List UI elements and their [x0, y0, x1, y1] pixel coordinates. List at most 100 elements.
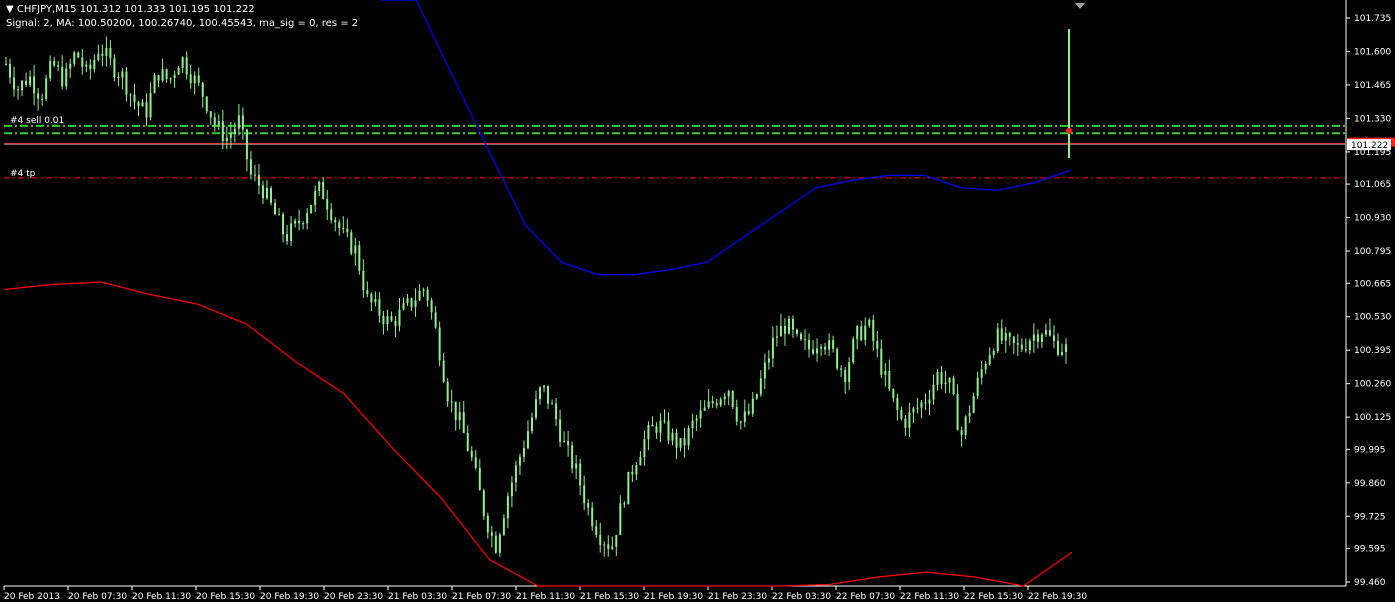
candle-body — [912, 408, 915, 413]
candle-body — [298, 220, 301, 224]
candle-body — [57, 65, 60, 67]
candle-body — [374, 299, 377, 303]
candle-body — [1024, 349, 1027, 351]
candle-body — [474, 457, 477, 468]
candle-body — [306, 213, 309, 224]
x-tick-label: 20 Feb 07:30 — [68, 592, 127, 602]
collapse-triangle-icon[interactable]: ▼ — [6, 4, 14, 15]
candle-body — [201, 82, 204, 97]
symbol-line: CHFJPY,M15 101.312 101.333 101.195 101.2… — [16, 4, 255, 15]
candle-body — [133, 94, 136, 103]
candle-body — [1004, 333, 1007, 341]
candle-body — [904, 418, 907, 428]
candle-body — [278, 214, 281, 216]
candle-body — [627, 471, 630, 505]
y-tick-label: 99.995 — [1354, 445, 1386, 455]
candle-body — [783, 325, 786, 334]
candle-body — [197, 75, 200, 83]
y-tick-label: 101.600 — [1354, 47, 1391, 57]
candle-body — [350, 232, 353, 254]
candle-body — [751, 398, 754, 414]
candle-body — [984, 363, 987, 370]
candle-body — [113, 58, 116, 78]
candle-body — [213, 117, 216, 125]
candle-body — [470, 450, 473, 458]
candle-body — [711, 401, 714, 404]
candle-body — [619, 503, 622, 536]
x-tick-label: 21 Feb 23:30 — [708, 592, 767, 602]
candle-body — [763, 362, 766, 379]
candle-body — [362, 270, 365, 291]
candle-body — [65, 68, 68, 87]
candle-body — [414, 300, 417, 307]
candle-body — [77, 52, 80, 58]
candle-body — [647, 424, 650, 440]
candle-body — [659, 420, 662, 433]
candle-body — [739, 421, 742, 423]
candle-body — [836, 348, 839, 369]
candle-body — [502, 518, 505, 535]
x-tick-label: 22 Feb 11:30 — [900, 592, 959, 602]
candle-body — [454, 401, 457, 421]
candle-body — [956, 394, 959, 431]
candle-body — [486, 515, 489, 533]
candle-body — [53, 60, 56, 66]
candle-body — [607, 544, 610, 549]
candle-body — [442, 360, 445, 382]
candle-body — [418, 290, 421, 301]
candle-body — [864, 325, 867, 340]
candle-body — [575, 463, 578, 469]
candle-body — [731, 391, 734, 408]
candle-body — [73, 52, 76, 64]
candle-body — [603, 544, 606, 546]
price-chart[interactable]: 101.735101.600101.465101.330101.195101.0… — [0, 0, 1395, 602]
candle-body — [253, 174, 256, 176]
x-tick-label: 21 Feb 03:30 — [388, 592, 447, 602]
candle-body — [800, 333, 802, 340]
candle-body — [438, 327, 441, 361]
y-tick-label: 99.725 — [1354, 512, 1386, 522]
candle-body — [530, 417, 533, 432]
candle-body — [458, 412, 461, 421]
candle-body — [33, 76, 36, 94]
candle-body — [322, 181, 325, 200]
x-tick-label: 20 Feb 11:30 — [132, 592, 191, 602]
candle-body — [241, 115, 244, 130]
candle-body — [888, 370, 891, 389]
candle-body — [735, 407, 738, 422]
candle-body — [294, 220, 297, 224]
candle-body — [707, 401, 710, 408]
y-tick-label: 99.595 — [1354, 545, 1386, 555]
y-tick-label: 100.930 — [1354, 214, 1391, 224]
candle-body — [1028, 340, 1031, 351]
candle-body — [860, 326, 863, 340]
candle-body — [687, 428, 690, 446]
candle-body — [599, 534, 602, 545]
candle-body — [623, 503, 626, 505]
candle-body — [265, 188, 268, 199]
candle-body — [779, 325, 782, 337]
tp-label: #4 tp — [10, 169, 36, 179]
candle-body — [410, 298, 413, 307]
candle-body — [514, 465, 517, 483]
candle-body — [366, 290, 369, 294]
candle-body — [21, 80, 24, 91]
candle-body — [97, 53, 100, 60]
candle-body — [89, 64, 92, 70]
candle-body — [559, 419, 562, 442]
candle-body — [121, 71, 124, 78]
y-tick-label: 101.465 — [1354, 81, 1391, 91]
y-tick-label: 101.330 — [1354, 114, 1391, 124]
candle-body — [880, 348, 883, 375]
current-price-label: 101.222 — [1351, 141, 1388, 151]
candle-body — [555, 403, 558, 420]
candle-body — [699, 410, 702, 419]
candle-body — [354, 245, 357, 254]
candle-body — [25, 80, 28, 85]
candle-body — [743, 411, 746, 423]
candle-body — [382, 315, 385, 325]
y-tick-label: 99.860 — [1354, 479, 1386, 489]
candle-body — [1060, 352, 1063, 355]
y-tick-label: 100.260 — [1354, 380, 1391, 390]
candle-body — [237, 115, 240, 129]
